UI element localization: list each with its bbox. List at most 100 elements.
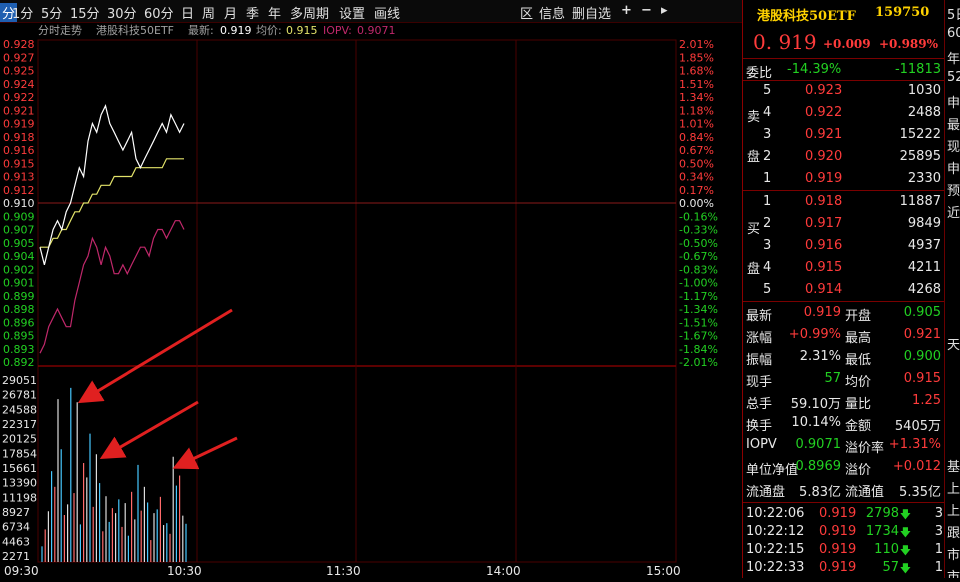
tab-month[interactable]: 月 xyxy=(224,3,237,22)
price-tick-label: 0.927 xyxy=(3,51,35,64)
settings-button[interactable]: 设置 xyxy=(339,3,365,22)
chart-avg-value: 0.915 xyxy=(286,24,318,37)
tick-volume: 1734 xyxy=(865,524,899,539)
pct-tick-label: 0.17% xyxy=(679,184,714,197)
tick-row[interactable]: 10:22:33 0.919 57 🡇 1 xyxy=(743,557,945,579)
bid-level: 5 xyxy=(763,282,772,297)
iopv-line xyxy=(39,220,185,354)
chart-iopv-label: IOPV: xyxy=(323,24,352,37)
price-tick-label: 0.916 xyxy=(3,144,35,157)
bid-price: 0.917 xyxy=(805,216,843,231)
bid-volume: 4268 xyxy=(907,282,941,297)
tick-count: 3 xyxy=(934,506,943,521)
intraday-chart-svg[interactable]: 分时走势 港股科技50ETF 最新: 0.919 均价: 0.915 IOPV:… xyxy=(0,22,742,578)
side-panel-label: 申 xyxy=(947,162,960,177)
stat-label: 最新 xyxy=(746,309,773,324)
stat-row: 流通盘 5.83亿 流通值 5.35亿 xyxy=(743,478,945,500)
stat-value: +1.31% xyxy=(888,437,941,452)
stat-value: 57 xyxy=(824,371,841,386)
tab-30min[interactable]: 30分 xyxy=(107,3,137,22)
zoom-in-button[interactable]: + xyxy=(621,3,632,18)
volume-tick-label: 24588 xyxy=(2,403,37,416)
volume-tick-label: 15661 xyxy=(2,462,37,475)
stat-label: 最低 xyxy=(845,353,872,368)
tab-5min[interactable]: 5分 xyxy=(41,3,62,22)
stat-value: 5.83亿 xyxy=(799,485,841,500)
side-panel-label: 近 xyxy=(947,206,960,221)
tab-day[interactable]: 日 xyxy=(181,3,194,22)
price-tick-label: 0.895 xyxy=(3,330,35,343)
price-tick-label: 0.905 xyxy=(3,237,35,250)
ask-level: 3 xyxy=(763,127,772,142)
zoom-out-button[interactable]: − xyxy=(641,3,652,18)
stat-value: 0.915 xyxy=(903,371,941,386)
tick-price: 0.919 xyxy=(819,542,857,557)
stat-label: 流通盘 xyxy=(746,485,786,500)
sell-side-label-1: 卖 xyxy=(747,110,761,125)
tab-year[interactable]: 年 xyxy=(268,3,281,22)
stat-value: +0.99% xyxy=(788,327,841,342)
pct-tick-label: -1.67% xyxy=(679,330,718,343)
stat-row: 振幅 2.31% 最低 0.900 xyxy=(743,346,945,368)
zone-button[interactable]: 区 xyxy=(520,3,533,22)
side-panel-label: 年 xyxy=(947,52,960,67)
stat-value: 5.35亿 xyxy=(899,485,941,500)
stat-label: 最高 xyxy=(845,331,872,346)
pct-tick-label: -1.51% xyxy=(679,316,718,329)
pct-tick-label: 0.00% xyxy=(679,197,714,210)
pct-tick-label: 0.34% xyxy=(679,171,714,184)
stat-value: 59.10万 xyxy=(790,397,841,412)
ask-level: 5 xyxy=(763,83,772,98)
intraday-chart[interactable]: 分时走势 港股科技50ETF 最新: 0.919 均价: 0.915 IOPV:… xyxy=(0,22,742,578)
current-price: 0. 919 xyxy=(753,30,817,54)
expand-button[interactable]: ▸ xyxy=(661,3,668,18)
buy-side-label-2: 盘 xyxy=(747,262,761,277)
side-panel-label: 上 xyxy=(947,504,960,519)
quote-title-row: 港股科技50ETF 159750 xyxy=(743,2,945,24)
tab-multi-period[interactable]: 多周期 xyxy=(290,3,329,22)
ask-volume: 15222 xyxy=(899,127,941,142)
stat-row: 涨幅 +0.99% 最高 0.921 xyxy=(743,324,945,346)
period-toolbar: 分 1分 5分 15分 30分 60分 日 周 月 季 年 多周期 设置 画线 … xyxy=(0,0,742,23)
side-panel-label: 60 xyxy=(947,26,960,41)
pct-tick-label: 1.18% xyxy=(679,104,714,117)
pct-tick-label: 1.85% xyxy=(679,51,714,64)
bid-row: 4 0.915 4211 xyxy=(743,257,945,279)
pct-tick-label: -0.83% xyxy=(679,263,718,276)
weibi-pct: -14.39% xyxy=(787,62,842,77)
bid-row: 5 0.914 4268 xyxy=(743,279,945,301)
tab-60min[interactable]: 60分 xyxy=(144,3,174,22)
tick-time: 10:22:15 xyxy=(746,542,805,557)
pct-tick-label: 0.67% xyxy=(679,144,714,157)
price-tick-label: 0.896 xyxy=(3,316,35,329)
stat-label: 量比 xyxy=(845,397,872,412)
pct-tick-label: -0.50% xyxy=(679,237,718,250)
ask-row: 1 0.919 2330 xyxy=(743,168,945,190)
stat-value: 0.919 xyxy=(803,305,841,320)
ask-volume: 2330 xyxy=(907,171,941,186)
pct-tick-label: -0.16% xyxy=(679,210,718,223)
tab-week[interactable]: 周 xyxy=(202,3,215,22)
remove-watchlist-button[interactable]: 删自选 xyxy=(572,3,611,22)
stat-row: 总手 59.10万 量比 1.25 xyxy=(743,390,945,412)
tab-1min[interactable]: 1分 xyxy=(12,3,33,22)
volume-tick-label: 20125 xyxy=(2,433,37,446)
tab-season[interactable]: 季 xyxy=(246,3,259,22)
price-tick-label: 0.910 xyxy=(3,197,35,210)
pct-tick-label: 0.50% xyxy=(679,157,714,170)
draw-line-button[interactable]: 画线 xyxy=(374,3,400,22)
info-button[interactable]: 信息 xyxy=(539,3,565,22)
side-panel-label: 52 xyxy=(947,70,960,85)
tab-15min[interactable]: 15分 xyxy=(70,3,100,22)
stat-row: 现手 57 均价 0.915 xyxy=(743,368,945,390)
ask-volume: 1030 xyxy=(907,83,941,98)
ask-price: 0.922 xyxy=(805,105,843,120)
ask-row: 5 0.923 1030 xyxy=(743,80,945,102)
side-panel-clipped: 5日60年52申最现申预近天基上上跟市市基 xyxy=(944,0,960,578)
side-panel-label: 基 xyxy=(947,460,960,475)
stat-value: 0.8969 xyxy=(795,459,842,474)
side-panel-label: 现 xyxy=(947,140,960,155)
price-tick-label: 0.918 xyxy=(3,131,35,144)
stat-value: 0.905 xyxy=(903,305,941,320)
tick-price: 0.919 xyxy=(819,506,857,521)
